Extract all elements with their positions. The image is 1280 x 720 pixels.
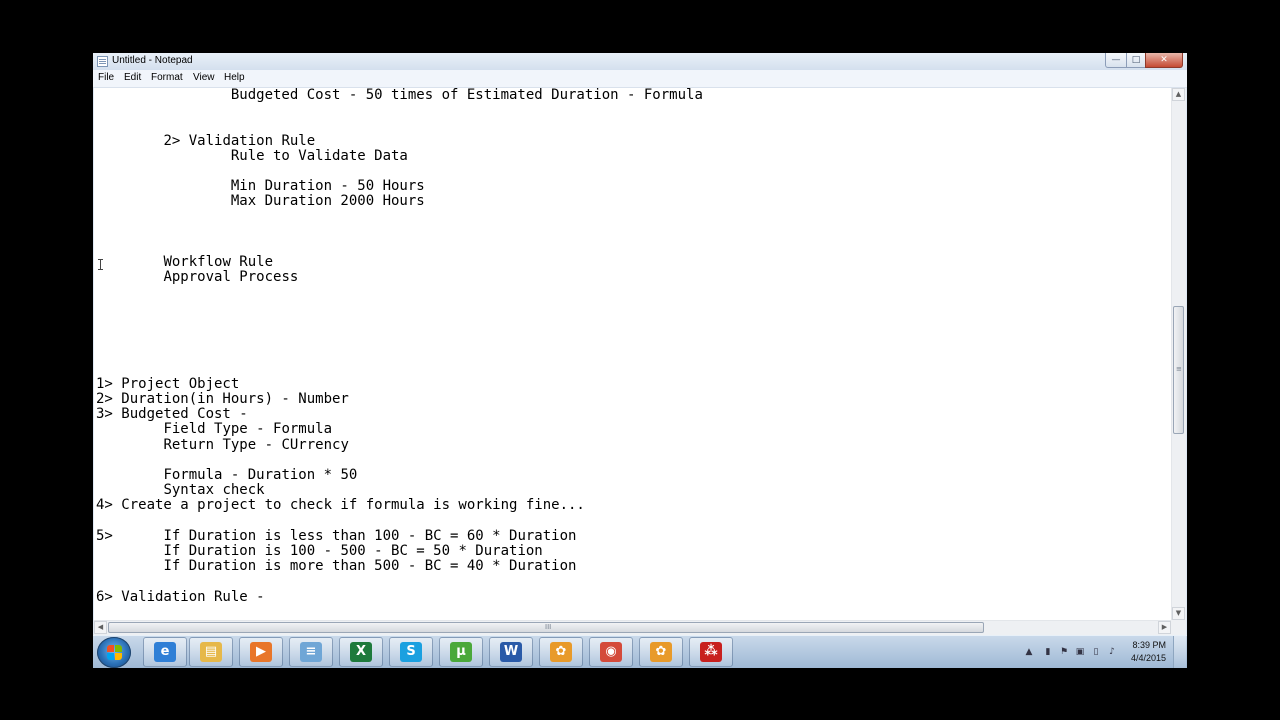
skype-glyph: S <box>406 644 416 659</box>
title-bar[interactable]: Untitled - Notepad — □ ✕ <box>93 53 1187 71</box>
menu-edit[interactable]: Edit <box>124 72 141 83</box>
taskbar-media-player-button[interactable]: ▶ <box>239 637 283 667</box>
taskbar-acrobat-reader-button[interactable]: ⁂ <box>689 637 733 667</box>
clock-time[interactable]: 8:39 PM <box>1111 640 1166 650</box>
internet-explorer-icon: e <box>154 642 176 662</box>
taskbar-flower-app-2-button[interactable]: ✿ <box>639 637 683 667</box>
menu-bar: File Edit Format View Help <box>93 70 1187 88</box>
windows-logo-icon <box>107 645 114 652</box>
start-button[interactable] <box>97 637 131 668</box>
action-center-icon[interactable]: ⚑ <box>1059 647 1069 657</box>
word-glyph: W <box>503 644 519 659</box>
acrobat-reader-glyph: ⁂ <box>704 644 718 659</box>
flower-app-1-icon: ✿ <box>550 642 572 662</box>
windows-explorer-glyph: ▤ <box>204 644 218 659</box>
scroll-down-button[interactable]: ▼ <box>1172 607 1185 620</box>
signal-icon[interactable]: ▮ <box>1043 647 1053 657</box>
media-player-glyph: ▶ <box>256 644 266 659</box>
vertical-scroll-thumb[interactable]: ≡ <box>1173 306 1184 434</box>
windows-logo-icon <box>107 653 114 660</box>
menu-format[interactable]: Format <box>151 72 183 83</box>
horizontal-scroll-thumb[interactable]: III <box>108 622 984 633</box>
close-button[interactable]: ✕ <box>1145 53 1183 68</box>
taskbar: e ▤ ▶ ≡ X Sμ W ✿ ◉ ✿ ⁂ ▲ ▮ ⚑ ▣ ▯ ♪ 8:39 PM 4/4/201… <box>93 635 1187 668</box>
notepad-icon: ≡ <box>300 642 322 662</box>
word-icon: W <box>500 642 522 662</box>
menu-file[interactable]: File <box>98 72 114 83</box>
flower-app-2-glyph: ✿ <box>655 644 667 659</box>
utorrent-icon: μ <box>450 642 472 662</box>
text-editor[interactable]: Budgeted Cost - 50 times of Estimated Du… <box>94 88 1171 620</box>
power-icon[interactable]: ▯ <box>1091 647 1101 657</box>
chrome-icon: ◉ <box>600 642 622 662</box>
windows-logo-icon <box>115 645 122 652</box>
windows-explorer-icon: ▤ <box>200 642 222 662</box>
minimize-button[interactable]: — <box>1105 53 1127 68</box>
window-title: Untitled - Notepad <box>112 55 193 66</box>
network-icon[interactable]: ▣ <box>1075 647 1085 657</box>
media-player-icon: ▶ <box>250 642 272 662</box>
menu-help[interactable]: Help <box>224 72 245 83</box>
clock-date[interactable]: 4/4/2015 <box>1111 653 1166 663</box>
desktop-screen: Untitled - Notepad — □ ✕ File Edit Forma… <box>93 53 1187 668</box>
show-hidden-icons-button[interactable]: ▲ <box>1024 647 1034 657</box>
flower-app-2-icon: ✿ <box>650 642 672 662</box>
taskbar-windows-explorer-button[interactable]: ▤ <box>189 637 233 667</box>
notepad-app-icon[interactable] <box>97 56 108 67</box>
document-text[interactable]: Budgeted Cost - 50 times of Estimated Du… <box>96 88 703 605</box>
excel-glyph: X <box>355 644 367 659</box>
windows-logo-icon <box>115 653 122 660</box>
taskbar-utorrent-button[interactable]: μ <box>439 637 483 667</box>
acrobat-reader-icon: ⁂ <box>700 642 722 662</box>
taskbar-internet-explorer-button[interactable]: e <box>143 637 187 667</box>
scroll-right-button[interactable]: ▶ <box>1158 621 1171 634</box>
scrollbar-corner <box>1171 620 1186 635</box>
taskbar-skype-button[interactable]: S <box>389 637 433 667</box>
utorrent-glyph: μ <box>456 644 466 659</box>
scroll-up-button[interactable]: ▲ <box>1172 88 1185 101</box>
taskbar-notepad-button[interactable]: ≡ <box>289 637 333 667</box>
taskbar-word-button[interactable]: W <box>489 637 533 667</box>
menu-view[interactable]: View <box>193 72 215 83</box>
skype-icon: S <box>400 642 422 662</box>
ibeam-cursor-icon <box>98 259 103 270</box>
taskbar-excel-button[interactable]: X <box>339 637 383 667</box>
internet-explorer-glyph: e <box>160 644 170 659</box>
horizontal-scrollbar[interactable]: ◀ III ▶ <box>94 620 1171 635</box>
notepad-glyph: ≡ <box>305 644 317 659</box>
vertical-grip-icon: ≡ <box>1176 365 1182 373</box>
show-desktop-button[interactable] <box>1173 636 1186 668</box>
maximize-button[interactable]: □ <box>1126 53 1146 68</box>
vertical-scrollbar[interactable]: ▲ ≡ ▼ <box>1171 88 1186 620</box>
excel-icon: X <box>350 642 372 662</box>
taskbar-flower-app-1-button[interactable]: ✿ <box>539 637 583 667</box>
flower-app-1-glyph: ✿ <box>555 644 567 659</box>
scroll-left-button[interactable]: ◀ <box>94 621 107 634</box>
horizontal-grip-icon: III <box>545 623 552 631</box>
chrome-glyph: ◉ <box>605 644 617 659</box>
taskbar-chrome-button[interactable]: ◉ <box>589 637 633 667</box>
